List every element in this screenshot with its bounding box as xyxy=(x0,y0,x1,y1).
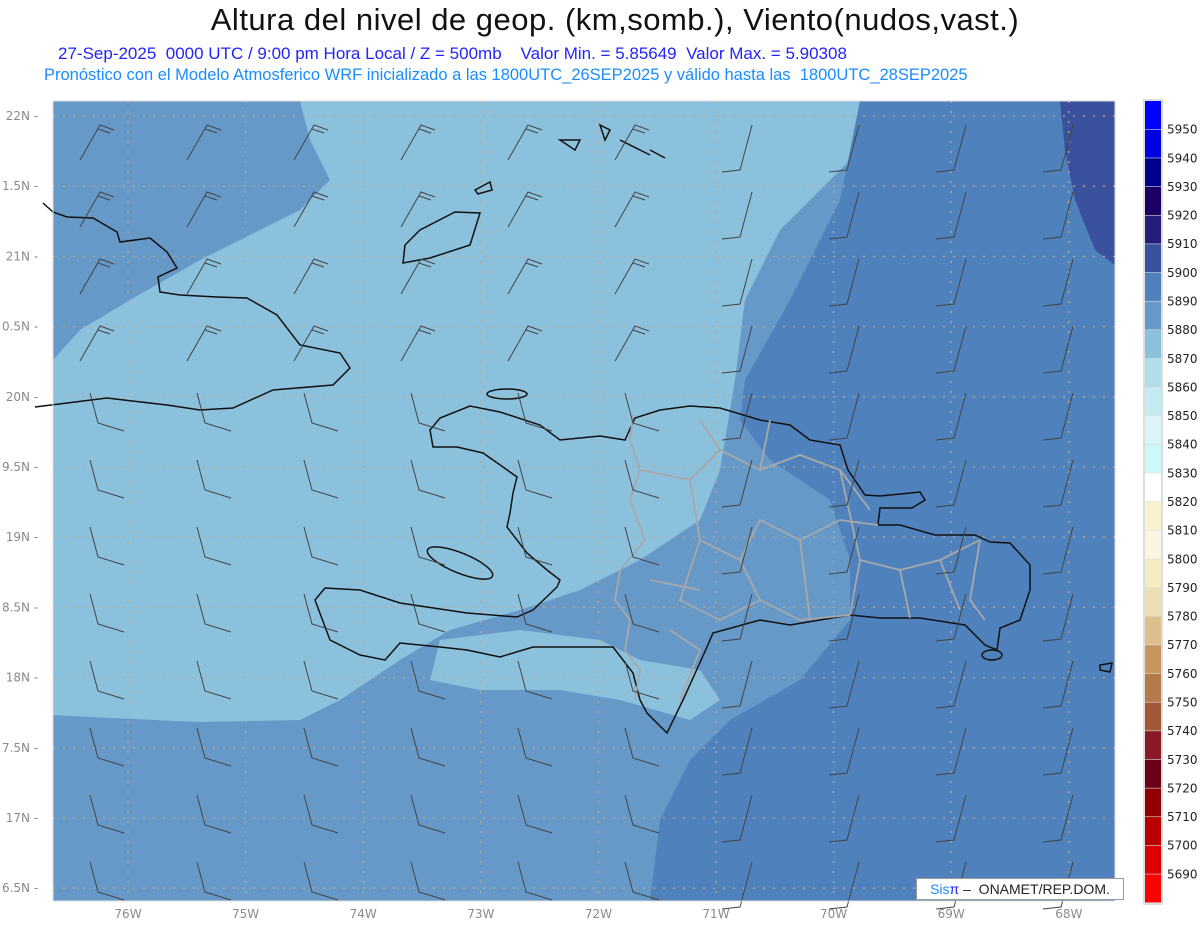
colorbar-swatch xyxy=(1145,759,1161,788)
colorbar-swatch xyxy=(1145,874,1161,903)
lon-label: 74W xyxy=(350,907,377,921)
lat-tick: - xyxy=(34,671,38,685)
lat-label: 8.5N xyxy=(2,600,30,614)
lat-tick: - xyxy=(34,811,38,825)
colorbar-label: 5770 xyxy=(1167,638,1198,652)
lat-label: 6.5N xyxy=(2,881,30,895)
lon-label: 69W xyxy=(938,907,965,921)
colorbar-label: 5870 xyxy=(1167,352,1198,366)
lat-tick: - xyxy=(34,600,38,614)
colorbar-swatch xyxy=(1145,330,1161,359)
colorbar-label: 5700 xyxy=(1167,839,1198,853)
colorbar-label: 5920 xyxy=(1167,209,1198,223)
colorbar-swatch xyxy=(1145,616,1161,645)
colorbar-label: 5760 xyxy=(1167,667,1198,681)
geopotential-shading xyxy=(53,101,1115,901)
colorbar-swatch xyxy=(1145,272,1161,301)
colorbar-label: 5830 xyxy=(1167,466,1198,480)
model-info: Pronóstico con el Modelo Atmosferico WRF… xyxy=(44,66,968,84)
colorbar-label: 5950 xyxy=(1167,123,1198,137)
map-title: Altura del nivel de geop. (km,somb.), Vi… xyxy=(210,2,1020,37)
lat-tick: - xyxy=(34,741,38,755)
colorbar-label: 5820 xyxy=(1167,495,1198,509)
colorbar-swatch xyxy=(1145,129,1161,158)
colorbar-label: 5730 xyxy=(1167,753,1198,767)
colorbar-swatch xyxy=(1145,502,1161,531)
lon-label: 70W xyxy=(820,907,847,921)
lat-tick: - xyxy=(34,109,38,123)
lon-label: 71W xyxy=(702,907,729,921)
map-canvas: 76W 75W 74W 73W 72W 71W 70W 69W 68W22N -1.5N -21N -… xyxy=(2,99,1198,921)
colorbar-swatch xyxy=(1145,215,1161,244)
colorbar-swatch xyxy=(1145,101,1161,130)
colorbar-label: 5710 xyxy=(1167,810,1198,824)
colorbar-label: 5930 xyxy=(1167,180,1198,194)
colorbar-swatch xyxy=(1145,788,1161,817)
colorbar: 5950 5940 5930 5920 5910 5900 5890 5880 5870 5860… xyxy=(1143,99,1198,905)
lon-label: 76W xyxy=(114,907,141,921)
colorbar-label: 5940 xyxy=(1167,151,1198,165)
lat-label: 21N xyxy=(6,249,30,263)
lon-label: 73W xyxy=(467,907,494,921)
lat-tick: - xyxy=(34,881,38,895)
colorbar-label: 5850 xyxy=(1167,409,1198,423)
colorbar-swatch xyxy=(1145,186,1161,215)
colorbar-swatch xyxy=(1145,645,1161,674)
lat-tick: - xyxy=(34,390,38,404)
lat-label: 17N xyxy=(6,811,30,825)
lon-label: 68W xyxy=(1055,907,1082,921)
colorbar-swatch xyxy=(1145,673,1161,702)
lat-label: 20N xyxy=(6,390,30,404)
lat-tick: - xyxy=(34,179,38,193)
logo-text: – ONAMET/REP.DOM. xyxy=(959,881,1110,897)
colorbar-label: 5900 xyxy=(1167,266,1198,280)
colorbar-swatch xyxy=(1145,817,1161,846)
colorbar-swatch xyxy=(1145,559,1161,588)
logo-pi: π xyxy=(949,881,960,897)
lat-label: 7.5N xyxy=(2,741,30,755)
colorbar-swatch xyxy=(1145,444,1161,473)
colorbar-swatch xyxy=(1145,731,1161,760)
colorbar-swatch xyxy=(1145,358,1161,387)
logo-sis: Sis xyxy=(930,881,950,897)
lat-tick: - xyxy=(34,320,38,334)
colorbar-label: 5790 xyxy=(1167,581,1198,595)
colorbar-label: 5780 xyxy=(1167,610,1198,624)
colorbar-label: 5740 xyxy=(1167,724,1198,738)
colorbar-swatch xyxy=(1145,301,1161,330)
colorbar-swatch xyxy=(1145,158,1161,187)
lat-label: 1.5N xyxy=(2,179,30,193)
lat-label: 19N xyxy=(6,530,30,544)
lon-label: 72W xyxy=(585,907,612,921)
colorbar-swatch xyxy=(1145,244,1161,273)
onamet-logo: Sisπ – ONAMET/REP.DOM. xyxy=(916,878,1124,900)
lat-tick: - xyxy=(34,249,38,263)
colorbar-swatch xyxy=(1145,416,1161,445)
colorbar-label: 5720 xyxy=(1167,781,1198,795)
colorbar-swatch xyxy=(1145,387,1161,416)
colorbar-label: 5750 xyxy=(1167,696,1198,710)
lat-label: 18N xyxy=(6,671,30,685)
colorbar-swatch xyxy=(1145,702,1161,731)
colorbar-swatch xyxy=(1145,473,1161,502)
colorbar-label: 5800 xyxy=(1167,552,1198,566)
colorbar-swatch xyxy=(1145,845,1161,874)
colorbar-swatch xyxy=(1145,530,1161,559)
lat-label: 22N xyxy=(6,109,30,123)
lat-tick: - xyxy=(34,530,38,544)
map-subtitle: 27-Sep-2025 0000 UTC / 9:00 pm Hora Loca… xyxy=(58,44,847,63)
colorbar-label: 5840 xyxy=(1167,438,1198,452)
colorbar-label: 5690 xyxy=(1167,867,1198,881)
colorbar-swatch xyxy=(1145,587,1161,616)
lat-label: 0.5N xyxy=(2,320,30,334)
colorbar-label: 5910 xyxy=(1167,237,1198,251)
lat-tick: - xyxy=(34,460,38,474)
colorbar-label: 5860 xyxy=(1167,380,1198,394)
lon-label: 75W xyxy=(232,907,259,921)
colorbar-label: 5890 xyxy=(1167,295,1198,309)
colorbar-label: 5810 xyxy=(1167,524,1198,538)
colorbar-label: 5880 xyxy=(1167,323,1198,337)
lat-label: 9.5N xyxy=(2,460,30,474)
